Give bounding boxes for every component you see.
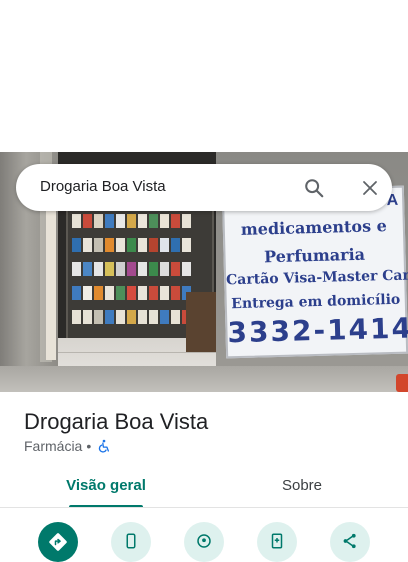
search-input[interactable]: Drogaria Boa Vista (40, 178, 166, 195)
sign-line: medicamentos e (240, 216, 388, 239)
share-button[interactable] (330, 522, 370, 562)
separator-dot: • (86, 438, 92, 454)
call-button[interactable] (111, 522, 151, 562)
sign-line: Entrega em domicílio (231, 291, 401, 313)
directions-button[interactable] (38, 522, 78, 562)
sign-line: Perfumaria (263, 244, 366, 267)
sidewalk (0, 366, 408, 392)
shop-counter (186, 292, 216, 352)
place-category: Farmácia (24, 438, 83, 454)
wheelchair-accessible-icon (97, 439, 111, 453)
tab-overview[interactable]: Visão geral (40, 477, 172, 494)
close-icon[interactable] (356, 174, 384, 202)
save-button[interactable] (257, 522, 297, 562)
tab-about[interactable]: Sobre (236, 477, 368, 494)
nearby-button[interactable] (184, 522, 224, 562)
red-object (396, 374, 408, 392)
search-bar[interactable]: Drogaria Boa Vista (16, 164, 392, 211)
sign-phone-number: 3332-1414 (227, 311, 408, 350)
place-subtitle: Farmácia • (24, 438, 111, 454)
place-title: Drogaria Boa Vista (24, 409, 209, 434)
store-sign: A medicamentos e Perfumaria Cartão Visa-… (221, 185, 408, 359)
map-area (0, 0, 408, 152)
tab-divider (0, 507, 408, 508)
search-icon[interactable] (300, 174, 328, 202)
directions-icon (48, 532, 68, 557)
sign-line: Cartão Visa-Master Card (225, 267, 408, 289)
door-frame (46, 192, 56, 360)
